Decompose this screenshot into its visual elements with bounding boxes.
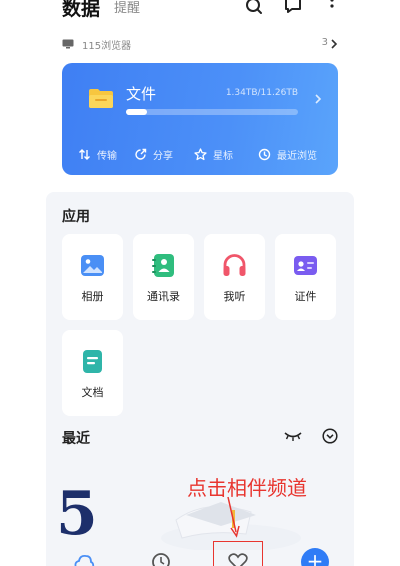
- tab-data[interactable]: 数据: [62, 0, 100, 21]
- eye-closed-icon[interactable]: [284, 430, 302, 442]
- history-icon: [258, 148, 271, 160]
- star-label: 星标: [213, 150, 233, 162]
- transfer-label: 传输: [97, 150, 117, 162]
- more-icon[interactable]: [322, 0, 342, 16]
- card-actions: 传输 分享 星标 最近浏览: [62, 143, 338, 165]
- annotation-label: 点击相伴频道: [187, 476, 307, 500]
- app-label: 文档: [81, 386, 104, 399]
- app-label: 我听: [223, 290, 246, 303]
- transfer-icon: [79, 148, 90, 160]
- plus-icon: +: [306, 549, 324, 566]
- clock-icon[interactable]: [150, 552, 172, 566]
- storage-bar: [126, 109, 298, 115]
- app-label: 证件: [294, 290, 317, 303]
- app-contacts[interactable]: 通讯录: [133, 234, 194, 320]
- device-label: 115浏览器: [82, 41, 132, 52]
- home-cloud-icon[interactable]: [73, 552, 95, 566]
- app-album[interactable]: 相册: [62, 234, 123, 320]
- monitor-icon: [62, 39, 74, 49]
- recent-view-button[interactable]: 最近浏览: [258, 143, 317, 165]
- star-icon: [194, 147, 207, 160]
- photo-icon: [81, 255, 104, 276]
- app-documents[interactable]: 文档: [62, 330, 123, 416]
- device-row[interactable]: 115浏览器 3: [62, 36, 338, 52]
- contacts-icon: [152, 254, 174, 277]
- recent-view-label: 最近浏览: [277, 150, 317, 162]
- folder-icon: [89, 89, 113, 108]
- storage-usage: 1.34TB/11.26TB: [225, 88, 298, 98]
- message-icon[interactable]: [283, 0, 303, 16]
- add-button[interactable]: +: [301, 548, 329, 566]
- share-label: 分享: [153, 150, 173, 162]
- id-card-icon: [294, 256, 317, 275]
- file-title: 文件: [126, 85, 157, 103]
- file-card[interactable]: 文件 1.34TB/11.26TB 传输 分享 星标 最近浏览: [62, 63, 338, 175]
- share-icon: [135, 148, 147, 160]
- star-button[interactable]: 星标: [194, 143, 233, 165]
- app-label: 相册: [81, 290, 104, 303]
- chevron-right-icon[interactable]: [314, 93, 322, 105]
- banner-numeral: 5: [56, 479, 98, 549]
- app-label: 通讯录: [147, 290, 180, 303]
- annotation-arrow: [227, 496, 240, 538]
- transfer-button[interactable]: 传输: [78, 143, 117, 165]
- annotation-highlight-box: [213, 541, 263, 566]
- device-count: 3: [321, 37, 328, 48]
- search-icon[interactable]: [244, 0, 264, 16]
- top-bar: 数据 提醒: [0, 0, 400, 30]
- headphones-icon: [223, 254, 246, 276]
- chevron-right-icon: [331, 39, 338, 49]
- recent-title: 最近: [62, 431, 90, 447]
- app-listen[interactable]: 我听: [204, 234, 265, 320]
- document-icon: [83, 350, 102, 373]
- app-id-card[interactable]: 证件: [275, 234, 336, 320]
- share-button[interactable]: 分享: [134, 143, 173, 165]
- tab-reminders[interactable]: 提醒: [114, 0, 140, 16]
- storage-bar-fill: [126, 109, 147, 115]
- apps-title: 应用: [62, 209, 90, 225]
- bottom-nav: [0, 548, 400, 566]
- chevron-down-circle-icon[interactable]: [322, 428, 338, 444]
